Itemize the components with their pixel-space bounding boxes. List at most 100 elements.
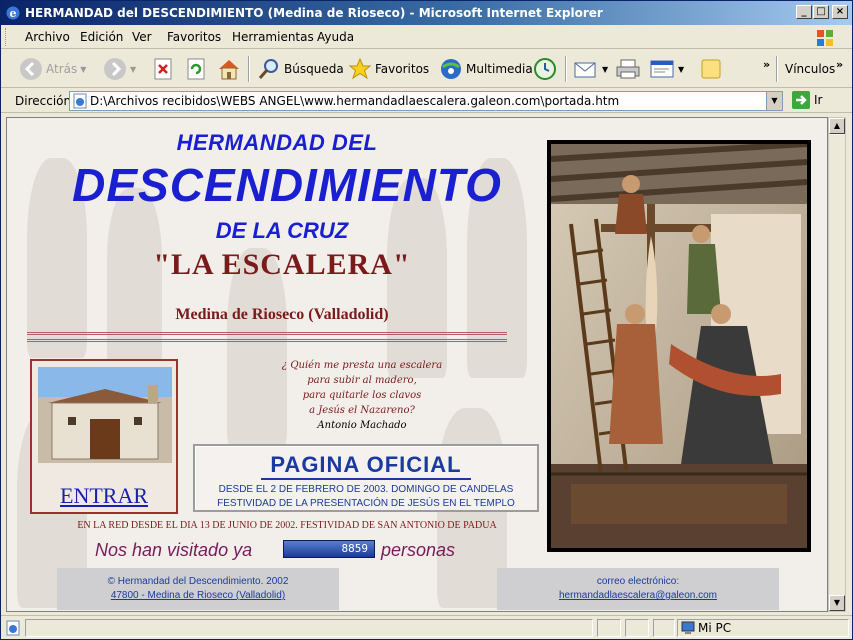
window-title: HERMANDAD del DESCENDIMIENTO (Medina de …: [25, 6, 603, 20]
official-date-line: DESDE EL 2 DE FEBRERO DE 2003. DOMINGO D…: [218, 484, 514, 495]
poem-line: para quitarle los clavos: [302, 390, 422, 401]
edit-page-icon: [650, 60, 674, 78]
back-label: Atrás: [46, 62, 78, 76]
svg-text:e: e: [10, 7, 17, 20]
toolbar-separator: [776, 56, 778, 82]
page-content: HERMANDAD DEL DESCENDIMIENTO DE LA CRUZ …: [6, 117, 828, 612]
poem-line: para subir al madero,: [307, 375, 417, 386]
edit-button[interactable]: ▼: [649, 55, 684, 83]
favorites-button[interactable]: Favoritos: [348, 55, 429, 83]
scroll-down-icon[interactable]: ▼: [829, 595, 845, 611]
heading-de-la-cruz: DE LA CRUZ: [215, 218, 349, 243]
address-url: D:\Archivos recibidos\WEBS ANGEL\www.her…: [90, 94, 620, 108]
forward-dropdown-icon[interactable]: ▼: [130, 65, 136, 74]
menu-favoritos[interactable]: Favoritos: [167, 30, 221, 44]
entrar-link[interactable]: ENTRAR: [32, 483, 176, 509]
messenger-button[interactable]: [699, 55, 723, 83]
forward-arrow-icon: [104, 58, 126, 80]
toolbar-separator: [248, 56, 250, 82]
visits-prefix: Nos han visitado ya: [95, 540, 253, 560]
back-dropdown-icon[interactable]: ▼: [80, 65, 86, 74]
history-button[interactable]: [533, 55, 557, 83]
done-page-icon: [6, 620, 20, 636]
zone-cell: Mi PC: [677, 619, 849, 637]
scroll-thumb[interactable]: [829, 135, 845, 595]
menu-herramientas[interactable]: Herramientas: [232, 30, 314, 44]
email-link[interactable]: hermandadlaescalera@galeon.com: [497, 589, 779, 603]
print-icon: [616, 59, 640, 79]
online-since-text: EN LA RED DESDE EL DIA 13 DE JUNIO DE 20…: [77, 520, 497, 531]
refresh-button[interactable]: [186, 55, 206, 83]
favorites-label: Favoritos: [375, 62, 430, 76]
menu-grip: [5, 28, 8, 46]
zone-label: Mi PC: [698, 621, 732, 635]
search-button[interactable]: Búsqueda: [257, 55, 344, 83]
status-cell: [653, 619, 675, 637]
official-underline: [261, 478, 471, 480]
address-label: Dirección: [15, 94, 72, 108]
back-button[interactable]: Atrás ▼: [19, 55, 86, 83]
mail-dropdown-icon[interactable]: ▼: [602, 65, 608, 74]
back-arrow-icon: [20, 58, 42, 80]
official-feast-line: FESTIVIDAD DE LA PRESENTACIÓN DE JESÚS E…: [217, 498, 515, 509]
note-icon: [701, 59, 721, 79]
my-computer-icon: [681, 621, 695, 634]
mail-icon: [574, 62, 596, 78]
heading-la-escalera: "LA ESCALERA": [153, 248, 411, 281]
poem-author: Antonio Machado: [317, 420, 407, 431]
links-overflow-icon[interactable]: »: [836, 58, 843, 71]
standard-toolbar: Atrás ▼ ▼ Búsqueda Favoritos Multimedia …: [1, 50, 852, 88]
descent-sculpture-photo: [551, 144, 807, 548]
decorative-divider: [27, 332, 507, 342]
footer-left: © Hermandad del Descendimiento. 2002 478…: [57, 568, 339, 610]
address-bar: Dirección D:\Archivos recibidos\WEBS ANG…: [1, 89, 852, 113]
forward-button[interactable]: ▼: [103, 55, 136, 83]
chapel-photo[interactable]: [38, 367, 172, 463]
location-text: Medina de Rioseco (Valladolid): [175, 306, 389, 323]
menu-ver[interactable]: Ver: [132, 30, 152, 44]
footer-right: correo electrónico: hermandadlaescalera@…: [497, 568, 779, 610]
search-label: Búsqueda: [284, 62, 344, 76]
go-button[interactable]: Ir: [792, 91, 822, 109]
media-button[interactable]: Multimedia: [439, 55, 533, 83]
official-title: PAGINA OFICIAL: [270, 452, 462, 477]
menu-ayuda[interactable]: Ayuda: [317, 30, 354, 44]
minimize-button[interactable]: _: [796, 5, 812, 19]
refresh-icon: [187, 58, 205, 80]
edit-dropdown-icon[interactable]: ▼: [678, 65, 684, 74]
visit-counter: 8859: [283, 540, 375, 558]
menu-bar: Archivo Edición Ver Favoritos Herramient…: [1, 25, 852, 49]
internet-explorer-icon: e: [6, 6, 20, 20]
toolbar-separator: [565, 56, 567, 82]
heading-descendimiento: DESCENDIMIENTO: [72, 159, 502, 211]
mail-button[interactable]: ▼: [573, 55, 608, 83]
links-label[interactable]: Vínculos: [785, 62, 835, 76]
maximize-button[interactable]: □: [813, 5, 829, 19]
vertical-scrollbar[interactable]: ▲ ▼: [828, 117, 846, 612]
home-button[interactable]: [217, 55, 241, 83]
media-label: Multimedia: [466, 62, 533, 76]
toolbar-overflow-icon[interactable]: »: [763, 58, 770, 71]
address-input[interactable]: D:\Archivos recibidos\WEBS ANGEL\www.her…: [69, 91, 783, 111]
visits-suffix: personas: [381, 540, 456, 560]
media-icon: [441, 59, 461, 79]
scroll-up-icon[interactable]: ▲: [829, 118, 845, 134]
page-icon: [73, 93, 87, 109]
sculpture-photo-frame: [547, 140, 811, 552]
address-dropdown-icon[interactable]: ▼: [766, 92, 782, 110]
status-cell: [625, 619, 649, 637]
windows-logo-icon: [817, 30, 833, 46]
menu-archivo[interactable]: Archivo: [25, 30, 70, 44]
search-icon: [258, 59, 278, 79]
stop-button[interactable]: [153, 55, 173, 83]
address-link[interactable]: 47800 - Medina de Rioseco (Valladolid): [57, 589, 339, 603]
status-cell: [597, 619, 621, 637]
poem: ¿ Quién me presta una escalera para subi…: [252, 358, 472, 433]
menu-edicion[interactable]: Edición: [80, 30, 123, 44]
stop-icon: [154, 58, 172, 80]
print-button[interactable]: [615, 55, 641, 83]
go-arrow-icon: [792, 91, 810, 109]
poem-line: a Jesús el Nazareno?: [309, 405, 415, 416]
heading-hermandad: HERMANDAD DEL: [176, 130, 378, 155]
close-button[interactable]: ×: [832, 5, 848, 19]
